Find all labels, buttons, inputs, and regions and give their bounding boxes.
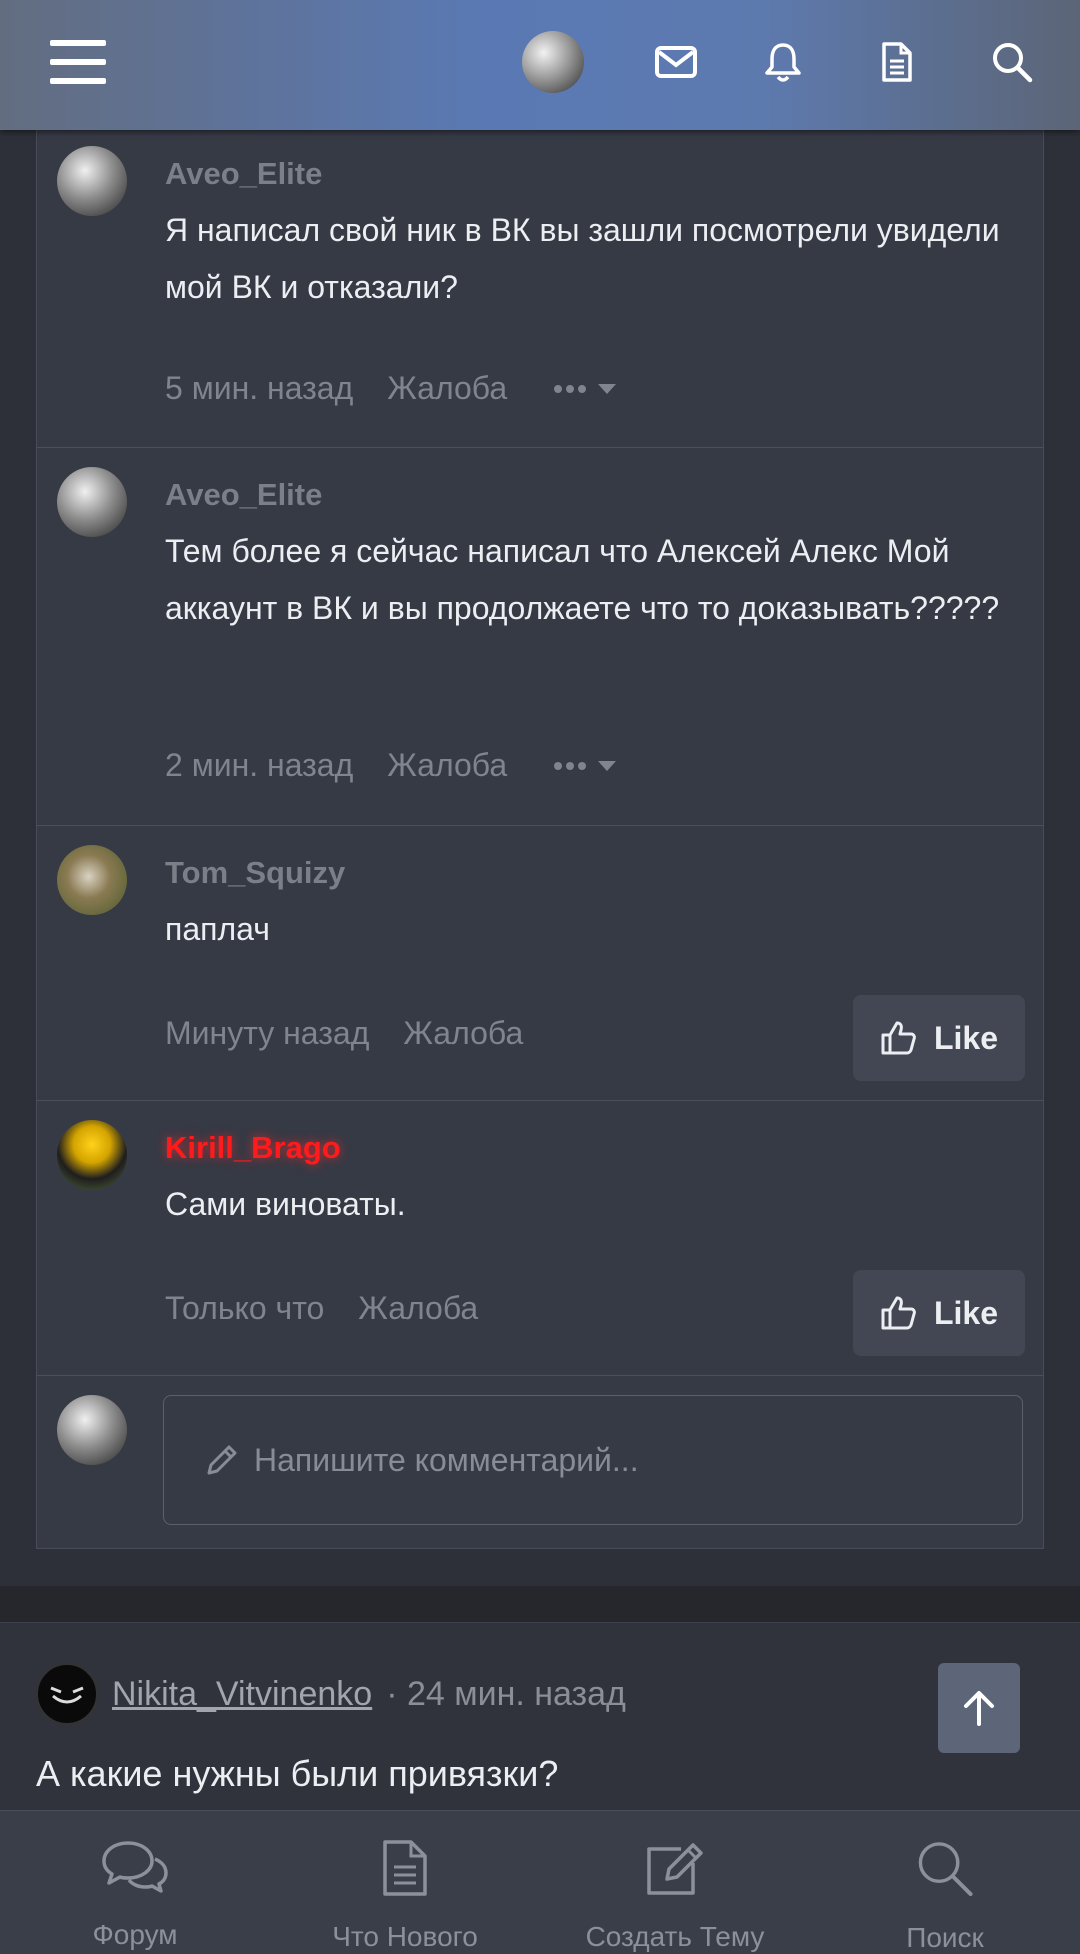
arrow-up-icon	[964, 1691, 994, 1726]
search-icon[interactable]	[976, 26, 1048, 98]
comment-time[interactable]: Минуту назад	[165, 1015, 369, 1052]
comment-username[interactable]: Aveo_Elite	[165, 156, 322, 192]
nav-whats-new-label: Что Нового	[332, 1921, 478, 1952]
section-divider	[0, 1586, 1080, 1622]
report-link[interactable]: Жалоба	[387, 747, 507, 784]
like-button[interactable]: Like	[853, 995, 1025, 1081]
like-button[interactable]: Like	[853, 1270, 1025, 1356]
avatar[interactable]	[57, 146, 127, 216]
document-icon	[383, 1840, 427, 1896]
nav-create-thread[interactable]: Создать Тему	[540, 1811, 810, 1954]
comment-text: паплач	[165, 911, 270, 947]
chat-bubbles-icon	[102, 1841, 168, 1893]
avatar[interactable]	[57, 467, 127, 537]
user-avatar[interactable]	[517, 26, 589, 98]
post-text: А какие нужны были привязки?	[36, 1753, 559, 1794]
more-actions-menu[interactable]	[553, 383, 617, 395]
comment-meta: Только что Жалоба	[165, 1290, 478, 1327]
post-item: Nikita_Vitvinenko · 24 мин. назад А каки…	[0, 1622, 1080, 1811]
comment-time[interactable]: Только что	[165, 1290, 324, 1327]
more-dots-icon	[554, 761, 587, 770]
document-icon[interactable]	[861, 26, 933, 98]
more-actions-menu[interactable]	[553, 760, 617, 772]
comment-text: Тем более я сейчас написал что Алексей А…	[165, 533, 1000, 626]
comment-meta: 2 мин. назад Жалоба	[165, 747, 617, 784]
post-author-name[interactable]: Nikita_Vitvinenko	[112, 1675, 372, 1714]
comment-item: Aveo_Elite Я написал свой ник в ВК вы за…	[37, 120, 1043, 448]
current-user-avatar	[57, 1395, 127, 1465]
search-icon	[918, 1842, 973, 1897]
nav-create-thread-label: Создать Тему	[585, 1921, 765, 1952]
caret-down-icon	[598, 383, 617, 394]
top-navigation-bar	[0, 0, 1080, 130]
comment-meta: Минуту назад Жалоба	[165, 1015, 523, 1052]
comment-item: Kirill_Brago Сами виноваты. Только что Ж…	[37, 1100, 1043, 1376]
bell-icon[interactable]	[747, 26, 819, 98]
thumbs-up-icon	[881, 1296, 916, 1330]
caret-down-icon	[598, 760, 617, 771]
bottom-navigation: Форум Что Нового Создать Тему Поиск	[0, 1810, 1080, 1954]
post-author-line: Nikita_Vitvinenko · 24 мин. назад	[36, 1663, 626, 1725]
comment-time[interactable]: 2 мин. назад	[165, 747, 353, 784]
scroll-to-top-button[interactable]	[938, 1663, 1020, 1753]
post-time[interactable]: · 24 мин. назад	[386, 1675, 626, 1714]
like-label: Like	[933, 1294, 999, 1331]
report-link[interactable]: Жалоба	[403, 1015, 523, 1052]
thumbs-up-icon	[881, 1021, 916, 1055]
comment-text: Сами виноваты.	[165, 1186, 406, 1222]
comment-input-placeholder: Напишите комментарий...	[254, 1441, 639, 1478]
menu-icon[interactable]	[42, 26, 114, 98]
edit-icon	[647, 1843, 703, 1895]
comment-input[interactable]: Напишите комментарий...	[163, 1395, 1023, 1525]
comment-item: Tom_Squizy паплач Минуту назад Жалоба Li…	[37, 825, 1043, 1101]
nav-search[interactable]: Поиск	[810, 1811, 1080, 1954]
like-label: Like	[933, 1019, 999, 1056]
comment-text: Я написал свой ник в ВК вы зашли посмотр…	[165, 212, 1000, 305]
pencil-icon	[207, 1445, 237, 1475]
comment-meta: 5 мин. назад Жалоба	[165, 370, 617, 407]
more-dots-icon	[554, 384, 587, 393]
comment-username[interactable]: Tom_Squizy	[165, 855, 345, 891]
report-link[interactable]: Жалоба	[358, 1290, 478, 1327]
nav-forum-label: Форум	[92, 1919, 178, 1950]
nav-forum[interactable]: Форум	[0, 1811, 270, 1954]
comment-username[interactable]: Kirill_Brago	[165, 1130, 341, 1166]
comment-item: Aveo_Elite Тем более я сейчас написал чт…	[37, 447, 1043, 826]
nav-whats-new[interactable]: Что Нового	[270, 1811, 540, 1954]
avatar[interactable]	[36, 1663, 98, 1725]
report-link[interactable]: Жалоба	[387, 370, 507, 407]
avatar[interactable]	[57, 845, 127, 915]
comment-username[interactable]: Aveo_Elite	[165, 477, 322, 513]
mail-icon[interactable]	[640, 26, 712, 98]
nav-search-label: Поиск	[906, 1922, 984, 1953]
avatar[interactable]	[57, 1120, 127, 1190]
comment-time[interactable]: 5 мин. назад	[165, 370, 353, 407]
comments-panel: Aveo_Elite Я написал свой ник в ВК вы за…	[36, 120, 1044, 1549]
